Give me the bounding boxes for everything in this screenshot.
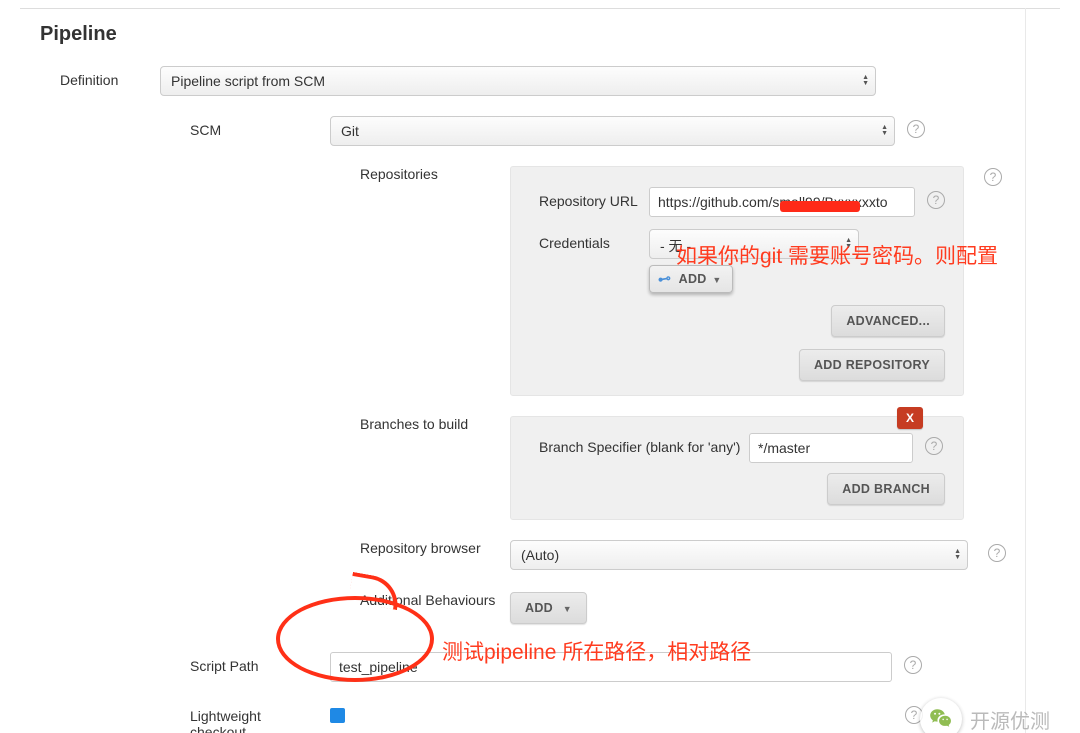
repo-url-row: Repository URL ? bbox=[539, 187, 945, 217]
add-credentials-label: ADD bbox=[679, 272, 707, 286]
credentials-select[interactable]: - 无 - ▲▼ bbox=[649, 229, 859, 259]
select-spinner-icon: ▲▼ bbox=[881, 125, 888, 137]
repositories-box: Repository URL ? Credentials - 无 - ▲▼ bbox=[510, 166, 964, 396]
lightweight-checkbox[interactable] bbox=[330, 708, 345, 723]
definition-row: Definition Pipeline script from SCM ▲▼ bbox=[60, 66, 1060, 96]
repo-actions: ADVANCED... bbox=[539, 305, 945, 337]
branches-row: Branches to build X Branch Specifier (bl… bbox=[20, 416, 1060, 520]
caret-down-icon: ▼ bbox=[563, 604, 572, 614]
repo-browser-select[interactable]: (Auto) ▲▼ bbox=[510, 540, 968, 570]
credentials-select-value: - 无 - bbox=[650, 230, 858, 262]
branch-specifier-label: Branch Specifier (blank for 'any') bbox=[539, 433, 749, 455]
branches-label: Branches to build bbox=[360, 416, 510, 432]
panel-right-border bbox=[1025, 8, 1026, 733]
select-spinner-icon: ▲▼ bbox=[862, 75, 869, 87]
advanced-button[interactable]: ADVANCED... bbox=[831, 305, 945, 337]
scm-select-value: Git bbox=[331, 117, 894, 145]
script-path-row: Script Path ? bbox=[20, 652, 1060, 682]
definition-select-value: Pipeline script from SCM bbox=[161, 67, 875, 95]
behaviours-row: Additional Behaviours ADD ▼ bbox=[20, 592, 1060, 624]
lightweight-row: Lightweight checkout ? bbox=[20, 702, 1060, 733]
help-icon[interactable]: ? bbox=[907, 120, 925, 138]
repo-actions-2: ADD REPOSITORY bbox=[539, 349, 945, 381]
scm-label: SCM bbox=[190, 116, 330, 138]
remove-branch-button[interactable]: X bbox=[897, 407, 923, 429]
repo-browser-label: Repository browser bbox=[360, 540, 510, 556]
repo-url-label: Repository URL bbox=[539, 187, 649, 209]
scm-row: SCM Git ▲▼ ? bbox=[20, 116, 1060, 146]
caret-down-icon: ▼ bbox=[712, 275, 721, 285]
definition-select[interactable]: Pipeline script from SCM ▲▼ bbox=[160, 66, 876, 96]
pipeline-section: Pipeline Definition Pipeline script from… bbox=[20, 8, 1060, 733]
script-path-label: Script Path bbox=[190, 652, 330, 674]
help-icon[interactable]: ? bbox=[905, 706, 923, 724]
add-branch-button[interactable]: ADD BRANCH bbox=[827, 473, 945, 505]
credentials-row: Credentials - 无 - ▲▼ ⊷ ADD ▼ bbox=[539, 229, 945, 293]
help-icon[interactable]: ? bbox=[988, 544, 1006, 562]
jenkins-pipeline-config: Pipeline Definition Pipeline script from… bbox=[0, 8, 1080, 733]
help-icon[interactable]: ? bbox=[927, 191, 945, 209]
section-title: Pipeline bbox=[40, 23, 1060, 46]
script-path-input[interactable] bbox=[330, 652, 892, 682]
branch-specifier-input[interactable] bbox=[749, 433, 913, 463]
scm-select[interactable]: Git ▲▼ bbox=[330, 116, 895, 146]
repositories-label: Repositories bbox=[360, 166, 510, 182]
repo-url-input[interactable] bbox=[649, 187, 915, 217]
add-credentials-button[interactable]: ⊷ ADD ▼ bbox=[649, 265, 733, 293]
definition-label: Definition bbox=[60, 66, 160, 88]
key-icon: ⊷ bbox=[657, 270, 673, 288]
select-spinner-icon: ▲▼ bbox=[845, 238, 852, 250]
repositories-row: Repositories Repository URL ? Credential… bbox=[20, 166, 1060, 396]
add-repository-button[interactable]: ADD REPOSITORY bbox=[799, 349, 945, 381]
branch-actions: ADD BRANCH bbox=[539, 473, 945, 505]
help-icon[interactable]: ? bbox=[925, 437, 943, 455]
credentials-label: Credentials bbox=[539, 229, 649, 251]
lightweight-label: Lightweight checkout bbox=[190, 702, 330, 733]
behaviours-label: Additional Behaviours bbox=[360, 592, 510, 608]
add-behaviour-label: ADD bbox=[525, 601, 553, 615]
repo-browser-value: (Auto) bbox=[511, 541, 967, 569]
help-icon[interactable]: ? bbox=[984, 168, 1002, 186]
add-behaviour-button[interactable]: ADD ▼ bbox=[510, 592, 587, 624]
branches-box: X Branch Specifier (blank for 'any') ? A… bbox=[510, 416, 964, 520]
branch-specifier-row: Branch Specifier (blank for 'any') ? bbox=[539, 433, 945, 463]
repo-browser-row: Repository browser (Auto) ▲▼ ? bbox=[20, 540, 1060, 570]
help-icon[interactable]: ? bbox=[904, 656, 922, 674]
select-spinner-icon: ▲▼ bbox=[954, 549, 961, 561]
